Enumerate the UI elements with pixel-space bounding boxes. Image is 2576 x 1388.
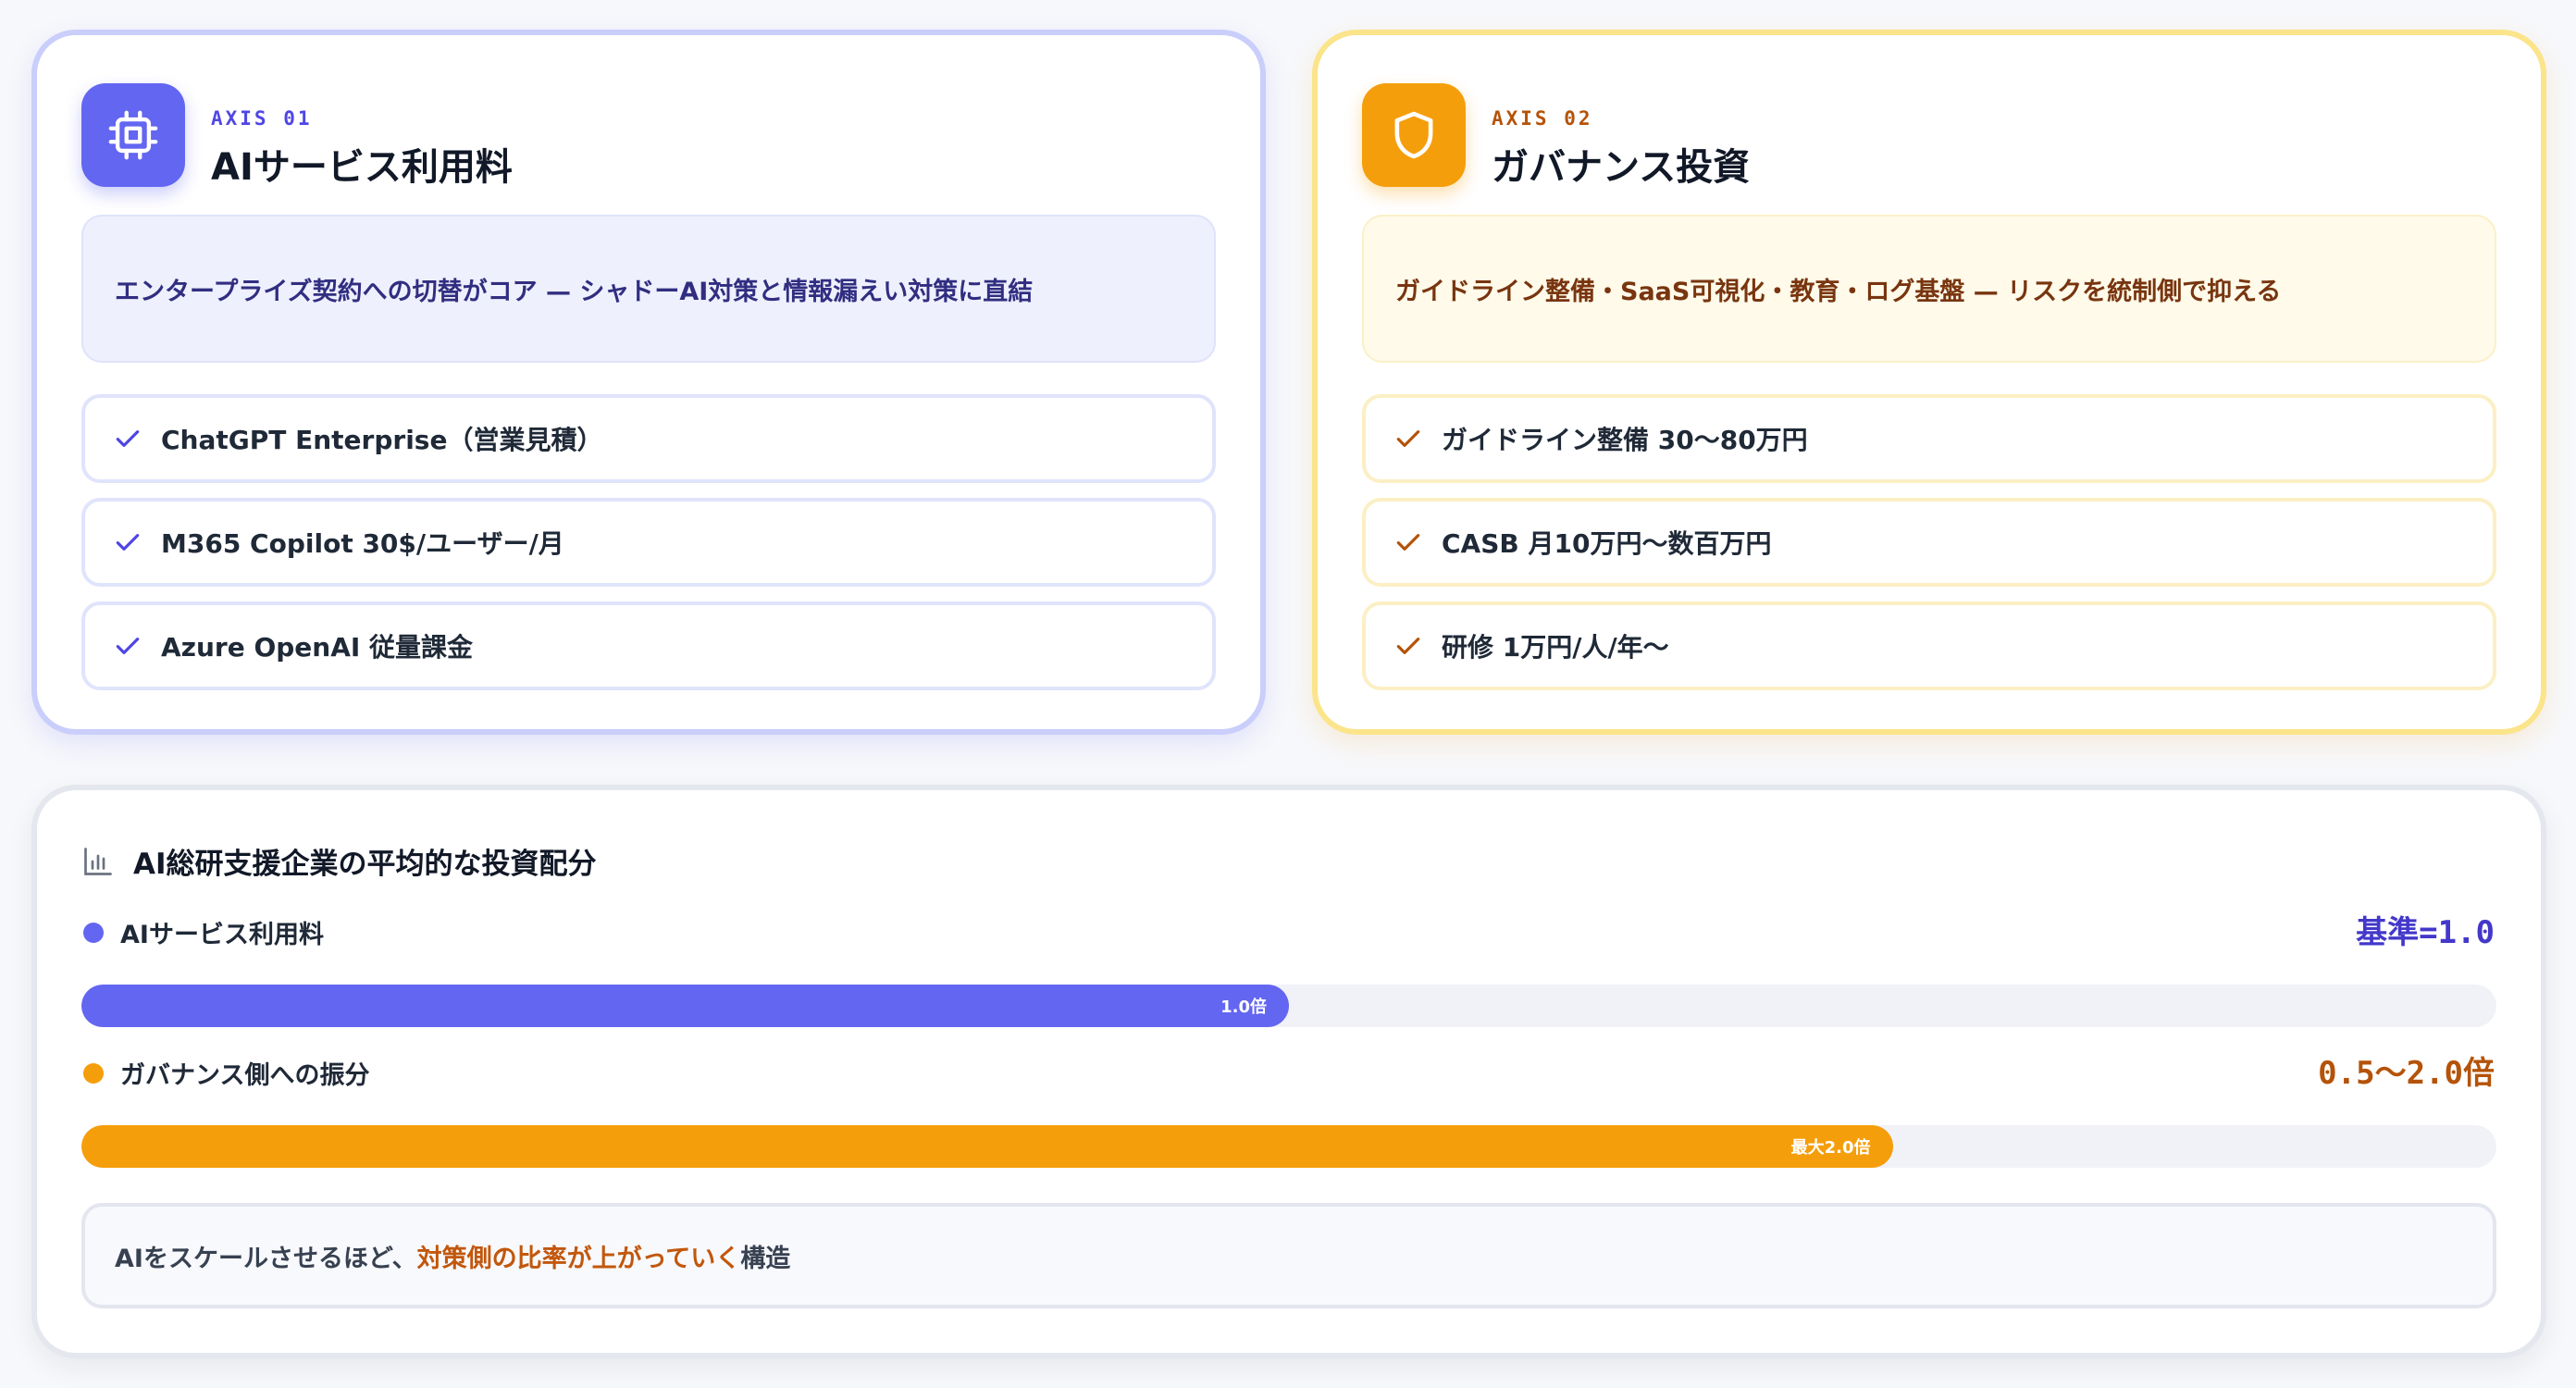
list-item: ガイドライン整備 30〜80万円 [1362,394,2496,483]
list-item: Azure OpenAI 従量課金 [81,601,1216,690]
card-title: ガバナンス投資 [1492,146,1751,189]
bar-label-text: ガバナンス側への振分 [120,1061,370,1090]
bar-chart-icon [84,847,112,875]
legend-dot [83,922,104,943]
note-highlight: 対策側の比率が上がっていく [416,1244,741,1273]
note-text-after: 構造 [740,1244,791,1273]
progress-fill-label: 1.0倍 [1220,998,1267,1017]
ai-service-card: AXIS 01 AIサービス利用料 エンタープライズ契約への切替がコア — シャ… [31,30,1266,735]
progress-fill-governance: 最大2.0倍 [81,1125,1893,1168]
check-icon [116,430,140,447]
list-item-label: ガイドライン整備 30〜80万円 [1442,425,1808,455]
cost-item-list: ChatGPT Enterprise（営業見積） M365 Copilot 30… [81,394,1216,705]
list-item: CASB 月10万円〜数百万円 [1362,498,2496,587]
list-item-label: CASB 月10万円〜数百万円 [1442,528,1772,559]
shield-icon [1394,111,1433,159]
bar-label-ai-service: AIサービス利用料 [83,914,324,950]
progress-track-ai-service: 1.0倍 [81,985,2496,1027]
investment-allocation-card: AI総研支援企業の平均的な投資配分 AIサービス利用料 基準=1.0 1.0倍 … [31,785,2546,1358]
bar-value-ai-service: 基準=1.0 [2356,914,2495,951]
check-icon [1396,638,1420,654]
note-text-before: AIをスケールさせるほど、 [115,1244,417,1273]
axis-label: AXIS 02 [1492,107,1593,130]
list-item-label: ChatGPT Enterprise（営業見積） [161,425,603,455]
list-item: 研修 1万円/人/年〜 [1362,601,2496,690]
check-icon [116,534,140,551]
legend-dot [83,1062,104,1084]
axis-label: AXIS 01 [211,107,313,130]
ai-card-badge [81,83,185,187]
progress-fill-ai-service: 1.0倍 [81,985,1289,1027]
chip-icon [108,110,158,160]
cost-item-list: ガイドライン整備 30〜80万円 CASB 月10万円〜数百万円 研修 1万円/… [1362,394,2496,705]
list-item-label: 研修 1万円/人/年〜 [1442,632,1669,663]
card-summary: エンタープライズ契約への切替がコア — シャドーAI対策と情報漏えい対策に直結 [81,215,1216,363]
bar-label-text: AIサービス利用料 [120,921,324,949]
page: AXIS 01 AIサービス利用料 エンタープライズ契約への切替がコア — シャ… [0,0,2576,1388]
allocation-title: AI総研支援企業の平均的な投資配分 [81,840,597,882]
progress-track-governance: 最大2.0倍 [81,1125,2496,1168]
bar-value-governance: 0.5〜2.0倍 [2318,1055,2495,1092]
card-summary: ガイドライン整備・SaaS可視化・教育・ログ基盤 — リスクを統制側で抑える [1362,215,2496,363]
governance-card-badge [1362,83,1466,187]
check-icon [1396,430,1420,447]
allocation-note: AIをスケールさせるほど、 対策側の比率が上がっていく 構造 [81,1203,2496,1308]
list-item: M365 Copilot 30$/ユーザー/月 [81,498,1216,587]
check-icon [1396,534,1420,551]
list-item-label: M365 Copilot 30$/ユーザー/月 [161,528,564,559]
list-item-label: Azure OpenAI 従量課金 [161,632,474,663]
allocation-title-text: AI総研支援企業の平均的な投資配分 [133,848,597,881]
list-item: ChatGPT Enterprise（営業見積） [81,394,1216,483]
governance-card: AXIS 02 ガバナンス投資 ガイドライン整備・SaaS可視化・教育・ログ基盤… [1312,30,2546,735]
card-title: AIサービス利用料 [211,146,513,189]
bar-label-governance: ガバナンス側への振分 [83,1055,369,1091]
check-icon [116,638,140,654]
progress-fill-label: 最大2.0倍 [1790,1138,1871,1158]
